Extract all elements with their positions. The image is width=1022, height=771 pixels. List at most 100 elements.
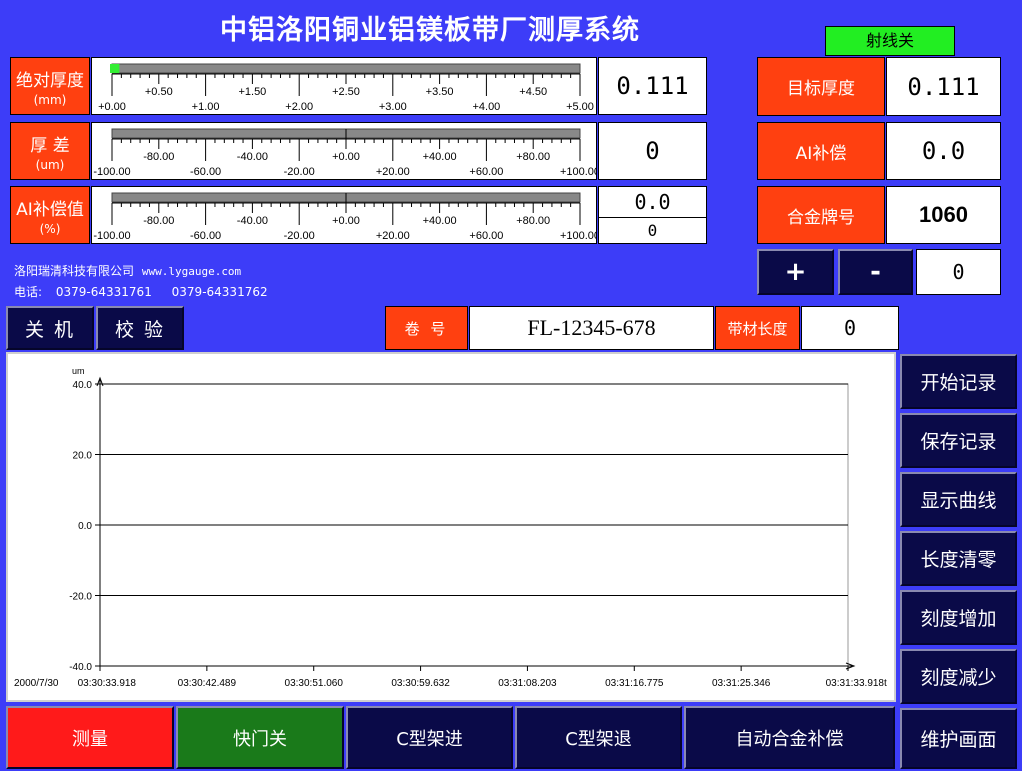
ai-compensation-label: AI补偿: [757, 122, 885, 180]
gauge-tick-label: +4.00: [472, 101, 500, 113]
gauge-tick-label: +60.00: [469, 230, 503, 242]
chart-x-tick-label: 03:30:33.918: [78, 678, 137, 689]
gauge-tick-label: +80.00: [516, 215, 550, 227]
gauge-fill: [110, 64, 120, 73]
gauge-tick-label: +2.50: [332, 86, 360, 98]
chart-x-tick-label: 03:30:42.489: [178, 678, 237, 689]
ray-status-indicator: 射线关: [825, 26, 955, 56]
side-button-1[interactable]: 保存记录: [900, 413, 1017, 468]
gauge-tick-label: +0.00: [332, 215, 360, 227]
chart-x-tick-label: 03:31:08.203: [498, 678, 557, 689]
coil-number-field[interactable]: FL-12345-678: [469, 306, 714, 350]
gauge-tick-label: +2.00: [285, 101, 313, 113]
chart-date-label: 2000/7/30: [14, 678, 59, 689]
strip-length-label: 带材长度: [715, 306, 800, 350]
bottom-button-2[interactable]: C型架进: [346, 706, 513, 769]
company-name: 洛阳瑞清科技有限公司: [14, 264, 135, 278]
bottom-button-3[interactable]: C型架退: [515, 706, 682, 769]
gauge-tick-label: -100.00: [93, 166, 130, 178]
increment-button[interactable]: +: [757, 249, 834, 295]
gauge-scale-0: +0.00 +0.50 +1.00 +1.50 +2.00 +2.50 +3.00 +3.50…: [91, 57, 597, 115]
gauge-tick-label: +3.50: [426, 86, 454, 98]
target-thickness-label: 目标厚度: [757, 57, 885, 116]
gauge-tick-label: -40.00: [237, 151, 268, 163]
chart-y-tick-label: 40.0: [73, 380, 93, 391]
chart-x-axis-label: t: [884, 678, 887, 689]
gauge-label-2: AI补偿值 (%): [10, 186, 90, 244]
gauge-value: 0.0: [599, 187, 706, 218]
side-button-2[interactable]: 显示曲线: [900, 472, 1017, 527]
phone-label: 电话:: [14, 285, 43, 299]
step-value-display: 0: [916, 249, 1001, 295]
strip-length-value: 0: [801, 306, 899, 350]
side-button-0[interactable]: 开始记录: [900, 354, 1017, 409]
gauge-tick-label: +1.00: [192, 101, 220, 113]
gauge-tick-label: +0.50: [145, 86, 173, 98]
gauge-tick-label: -80.00: [143, 215, 174, 227]
bottom-button-0[interactable]: 测量: [6, 706, 174, 769]
thickness-trend-chart: 40.0 20.0 0.0 -20.0 -40.0 um 03:30:33.918 03:30…: [6, 352, 896, 702]
chart-y-tick-label: 20.0: [73, 451, 93, 462]
alloy-grade-label: 合金牌号: [757, 186, 885, 244]
side-button-6[interactable]: 维护画面: [900, 708, 1017, 769]
decrement-button[interactable]: -: [838, 249, 913, 295]
gauge-track: [111, 63, 581, 74]
phone-line: 电话: 0379-64331761 0379-64331762: [14, 283, 268, 300]
gauge-tick-label: -80.00: [143, 151, 174, 163]
gauge-tick-label: +0.00: [98, 101, 126, 113]
gauge-tick-label: +1.50: [238, 86, 266, 98]
chart-y-axis-label: um: [72, 366, 85, 376]
alloy-grade-value[interactable]: 1060: [886, 186, 1001, 244]
gauge-tick-label: +4.50: [519, 86, 547, 98]
gauge-value-box-2: 0.0 0: [598, 186, 707, 244]
gauge-label-1: 厚 差 (um): [10, 122, 90, 180]
side-button-5[interactable]: 刻度减少: [900, 649, 1017, 704]
gauge-value-box-1: 0: [598, 122, 707, 180]
gauge-tick-label: -20.00: [284, 166, 315, 178]
gauge-tick-label: +80.00: [516, 151, 550, 163]
gauge-tick-label: +100.00: [560, 230, 596, 242]
chart-x-tick-label: 03:31:33.918: [826, 678, 885, 689]
gauge-scale-svg: -100.00 -80.00 -60.00 -40.00 -20.00 +0.00 +20.…: [93, 192, 600, 242]
phone-1: 0379-64331761: [55, 285, 152, 299]
gauge-scale-2: -100.00 -80.00 -60.00 -40.00 -20.00 +0.00 +20.…: [91, 186, 600, 244]
chart-y-tick-label: -40.0: [69, 662, 92, 673]
gauge-tick-label: +0.00: [332, 151, 360, 163]
calibrate-button[interactable]: 校 验: [96, 306, 184, 350]
gauge-label-0: 绝对厚度 (mm): [10, 57, 90, 115]
chart-x-tick-label: 03:31:16.775: [605, 678, 664, 689]
target-thickness-value[interactable]: 0.111: [886, 57, 1001, 116]
chart-x-tick-label: 03:30:51.060: [285, 678, 344, 689]
gauge-tick-label: +40.00: [423, 151, 457, 163]
bottom-button-1[interactable]: 快门关: [176, 706, 344, 769]
gauge-tick-label: +100.00: [560, 166, 596, 178]
chart-svg: 40.0 20.0 0.0 -20.0 -40.0 um 03:30:33.918 03:30…: [14, 366, 887, 689]
gauge-value-secondary: 0: [647, 221, 658, 240]
gauge-value: 0.111: [616, 72, 689, 100]
side-button-4[interactable]: 刻度增加: [900, 590, 1017, 645]
gauge-value-box-0: 0.111: [598, 57, 707, 115]
coil-number-label: 卷 号: [385, 306, 468, 350]
gauge-tick-label: -60.00: [190, 166, 221, 178]
bottom-button-4[interactable]: 自动合金补偿: [684, 706, 895, 769]
gauge-tick-label: +20.00: [376, 230, 410, 242]
gauge-tick-label: -20.00: [284, 230, 315, 242]
gauge-tick-label: +20.00: [376, 166, 410, 178]
gauge-tick-label: +5.00: [566, 101, 594, 113]
gauge-tick-label: -100.00: [93, 230, 130, 242]
gauge-scale-1: -100.00 -80.00 -60.00 -40.00 -20.00 +0.00 +20.…: [91, 122, 600, 180]
gauge-scale-svg: -100.00 -80.00 -60.00 -40.00 -20.00 +0.00 +20.…: [93, 128, 600, 178]
side-button-3[interactable]: 长度清零: [900, 531, 1017, 586]
chart-x-tick-label: 03:31:25.346: [712, 678, 771, 689]
chart-y-tick-label: 0.0: [78, 521, 92, 532]
gauge-tick-label: -60.00: [190, 230, 221, 242]
shutdown-button[interactable]: 关 机: [6, 306, 94, 350]
chart-x-tick-label: 03:30:59.632: [391, 678, 450, 689]
phone-2: 0379-64331762: [171, 285, 268, 299]
company-website: www.lygauge.com: [141, 265, 242, 278]
company-line: 洛阳瑞清科技有限公司 www.lygauge.com: [14, 262, 241, 279]
gauge-value: 0: [645, 137, 660, 165]
ai-compensation-value[interactable]: 0.0: [886, 122, 1001, 180]
gauge-tick-label: +3.00: [379, 101, 407, 113]
gauge-tick-label: +40.00: [423, 215, 457, 227]
